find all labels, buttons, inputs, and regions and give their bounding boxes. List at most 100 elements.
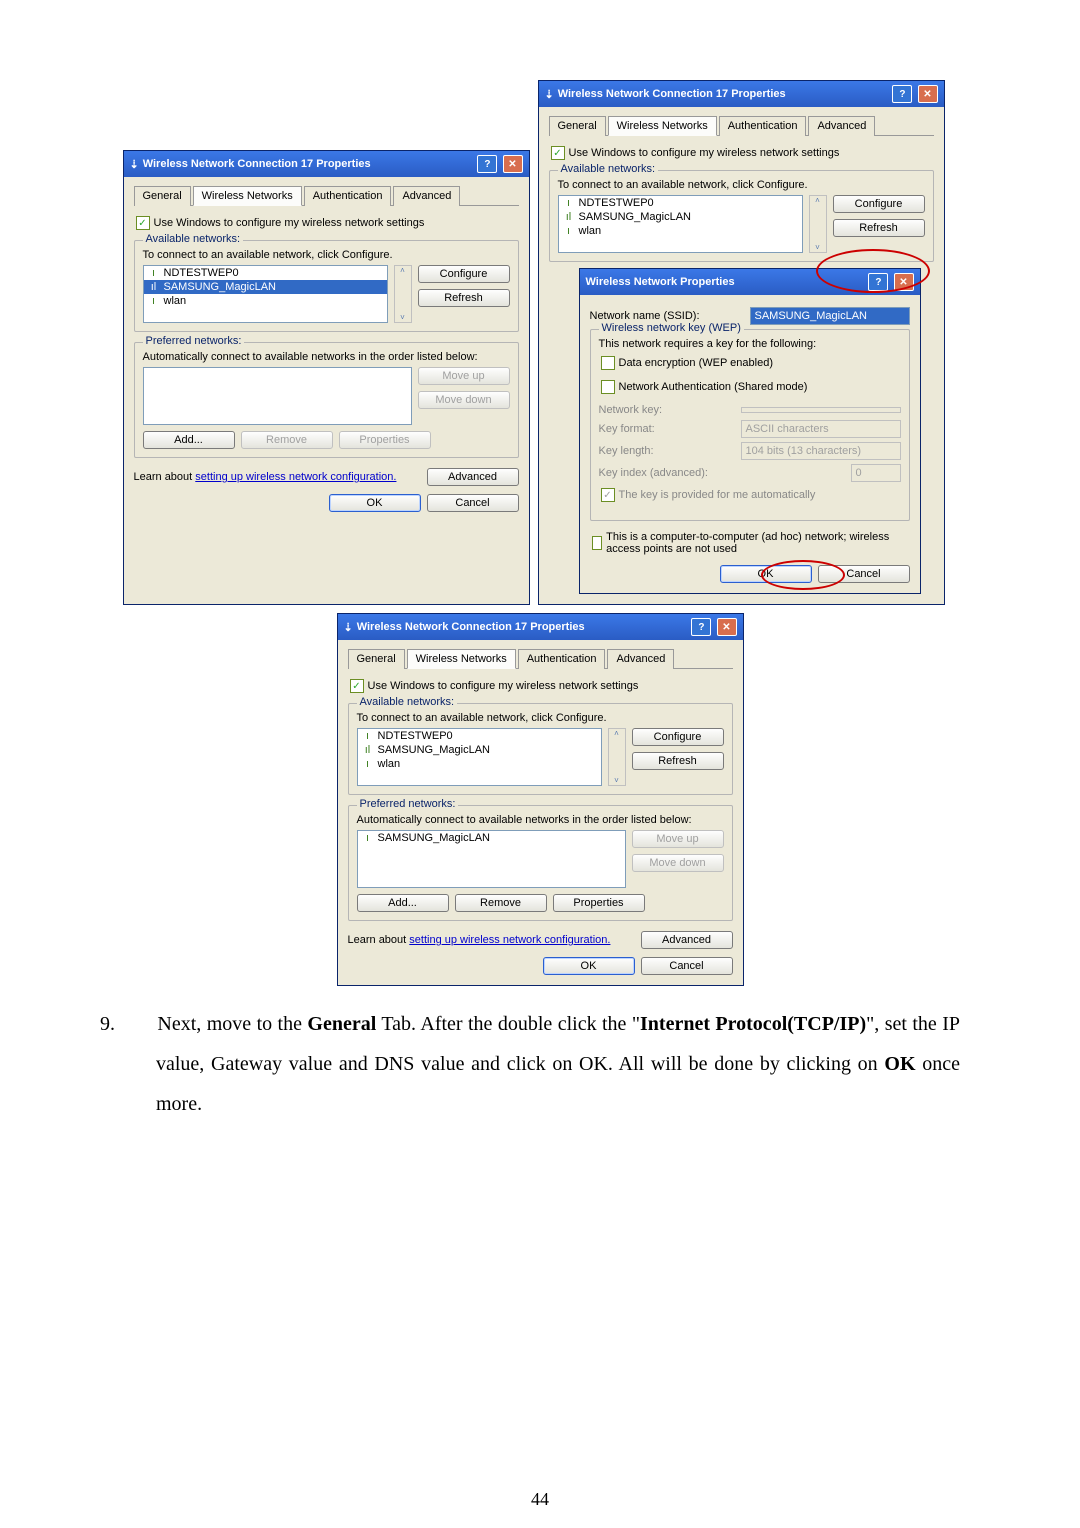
dialog-title: Wireless Network Connection 17 Propertie… bbox=[143, 158, 371, 170]
signal-icon: ı bbox=[362, 730, 374, 742]
ok-button[interactable]: OK bbox=[720, 565, 812, 583]
configure-button[interactable]: Configure bbox=[632, 728, 724, 746]
group-title: Available networks: bbox=[143, 233, 244, 245]
list-item: ıNDTESTWEP0 bbox=[358, 729, 601, 743]
preferred-desc: Automatically connect to available netwo… bbox=[143, 351, 510, 363]
available-networks-list[interactable]: ıNDTESTWEP0 ılSAMSUNG_MagicLAN ıwlan bbox=[357, 728, 602, 786]
network-auth-checkbox[interactable] bbox=[601, 380, 615, 394]
tab-authentication[interactable]: Authentication bbox=[304, 186, 392, 206]
scrollbar[interactable]: ˄˅ bbox=[809, 195, 827, 253]
wep-group: Wireless network key (WEP) This network … bbox=[590, 329, 910, 521]
signal-icon: ı bbox=[563, 197, 575, 209]
help-button[interactable]: ? bbox=[477, 155, 497, 173]
add-button[interactable]: Add... bbox=[143, 431, 235, 449]
tab-wireless-networks[interactable]: Wireless Networks bbox=[608, 116, 717, 136]
list-item: ılSAMSUNG_MagicLAN bbox=[358, 743, 601, 757]
close-button[interactable]: ✕ bbox=[717, 618, 737, 636]
add-button[interactable]: Add... bbox=[357, 894, 449, 912]
ok-button[interactable]: OK bbox=[543, 957, 635, 975]
refresh-button[interactable]: Refresh bbox=[632, 752, 724, 770]
tab-general[interactable]: General bbox=[134, 186, 191, 206]
titlebar: ⇣ Wireless Network Connection 17 Propert… bbox=[124, 151, 529, 177]
preferred-networks-group: Preferred networks: Automatically connec… bbox=[348, 805, 733, 921]
configure-button[interactable]: Configure bbox=[418, 265, 510, 283]
tab-wireless-networks[interactable]: Wireless Networks bbox=[407, 649, 516, 669]
tab-wireless-networks[interactable]: Wireless Networks bbox=[193, 186, 302, 206]
preferred-networks-list[interactable] bbox=[143, 367, 412, 425]
tab-advanced[interactable]: Advanced bbox=[808, 116, 875, 136]
ssid-field[interactable]: SAMSUNG_MagicLAN bbox=[750, 307, 910, 325]
tab-advanced[interactable]: Advanced bbox=[393, 186, 460, 206]
tab-general[interactable]: General bbox=[549, 116, 606, 136]
dialog-title: Wireless Network Connection 17 Propertie… bbox=[357, 621, 585, 633]
ok-button[interactable]: OK bbox=[329, 494, 421, 512]
advanced-button[interactable]: Advanced bbox=[641, 931, 733, 949]
tab-advanced[interactable]: Advanced bbox=[607, 649, 674, 669]
close-button[interactable]: ✕ bbox=[918, 85, 938, 103]
list-item: ılSAMSUNG_MagicLAN bbox=[144, 280, 387, 294]
group-title: Preferred networks: bbox=[143, 335, 245, 347]
titlebar-icon: ⇣ bbox=[130, 158, 139, 171]
refresh-button[interactable]: Refresh bbox=[833, 219, 925, 237]
titlebar: Wireless Network Properties ? ✕ bbox=[580, 269, 920, 295]
help-button[interactable]: ? bbox=[868, 273, 888, 291]
titlebar-icon: ⇣ bbox=[344, 621, 353, 634]
key-length-label: Key length: bbox=[599, 445, 654, 457]
use-windows-checkbox[interactable]: ✓ bbox=[136, 216, 150, 230]
signal-icon: ı bbox=[362, 832, 374, 844]
properties-button: Properties bbox=[339, 431, 431, 449]
key-format-label: Key format: bbox=[599, 423, 655, 435]
remove-button[interactable]: Remove bbox=[455, 894, 547, 912]
scrollbar[interactable]: ˄˅ bbox=[608, 728, 626, 786]
available-networks-list[interactable]: ıNDTESTWEP0 ılSAMSUNG_MagicLAN ıwlan bbox=[558, 195, 803, 253]
tab-general[interactable]: General bbox=[348, 649, 405, 669]
page-number: 44 bbox=[0, 1489, 1080, 1510]
cancel-button[interactable]: Cancel bbox=[641, 957, 733, 975]
key-format-field: ASCII characters bbox=[741, 420, 901, 438]
available-desc: To connect to an available network, clic… bbox=[143, 249, 510, 261]
data-encryption-checkbox[interactable] bbox=[601, 356, 615, 370]
list-item: ıwlan bbox=[144, 294, 387, 308]
cancel-button[interactable]: Cancel bbox=[427, 494, 519, 512]
adhoc-checkbox[interactable] bbox=[592, 536, 603, 550]
configure-button[interactable]: Configure bbox=[833, 195, 925, 213]
list-item: ılSAMSUNG_MagicLAN bbox=[559, 210, 802, 224]
properties-button[interactable]: Properties bbox=[553, 894, 645, 912]
learn-link[interactable]: setting up wireless network configuratio… bbox=[195, 471, 396, 483]
close-button[interactable]: ✕ bbox=[503, 155, 523, 173]
use-windows-label: Use Windows to configure my wireless net… bbox=[569, 147, 840, 159]
use-windows-checkbox[interactable]: ✓ bbox=[350, 679, 364, 693]
list-item: ıNDTESTWEP0 bbox=[559, 196, 802, 210]
tabs: General Wireless Networks Authentication… bbox=[134, 185, 519, 206]
signal-icon: ı bbox=[362, 758, 374, 770]
wireless-properties-dialog-right: ⇣ Wireless Network Connection 17 Propert… bbox=[538, 80, 945, 605]
available-networks-list[interactable]: ıNDTESTWEP0 ılSAMSUNG_MagicLAN ıwlan bbox=[143, 265, 388, 323]
signal-icon: ıl bbox=[563, 211, 575, 223]
scrollbar[interactable]: ˄˅ bbox=[394, 265, 412, 323]
list-item: ıwlan bbox=[358, 757, 601, 771]
available-networks-group: Available networks: To connect to an ava… bbox=[348, 703, 733, 795]
refresh-button[interactable]: Refresh bbox=[418, 289, 510, 307]
requires-label: This network requires a key for the foll… bbox=[599, 338, 901, 350]
available-networks-group: Available networks: To connect to an ava… bbox=[549, 170, 934, 262]
tab-authentication[interactable]: Authentication bbox=[518, 649, 606, 669]
signal-icon: ı bbox=[563, 225, 575, 237]
use-windows-checkbox[interactable]: ✓ bbox=[551, 146, 565, 160]
close-button[interactable]: ✕ bbox=[894, 273, 914, 291]
help-button[interactable]: ? bbox=[892, 85, 912, 103]
titlebar-icon: ⇣ bbox=[545, 88, 554, 101]
dialog-title: Wireless Network Connection 17 Propertie… bbox=[558, 88, 786, 100]
moveup-button: Move up bbox=[418, 367, 510, 385]
signal-icon: ı bbox=[148, 267, 160, 279]
signal-icon: ıl bbox=[148, 281, 160, 293]
cancel-button[interactable]: Cancel bbox=[818, 565, 910, 583]
tab-authentication[interactable]: Authentication bbox=[719, 116, 807, 136]
step-number: 9. bbox=[128, 1004, 152, 1044]
help-button[interactable]: ? bbox=[691, 618, 711, 636]
learn-link[interactable]: setting up wireless network configuratio… bbox=[409, 934, 610, 946]
list-item: ıNDTESTWEP0 bbox=[144, 266, 387, 280]
preferred-networks-list[interactable]: ıSAMSUNG_MagicLAN bbox=[357, 830, 626, 888]
list-item: ıSAMSUNG_MagicLAN bbox=[358, 831, 625, 845]
wireless-properties-dialog-left: ⇣ Wireless Network Connection 17 Propert… bbox=[123, 150, 530, 605]
advanced-button[interactable]: Advanced bbox=[427, 468, 519, 486]
